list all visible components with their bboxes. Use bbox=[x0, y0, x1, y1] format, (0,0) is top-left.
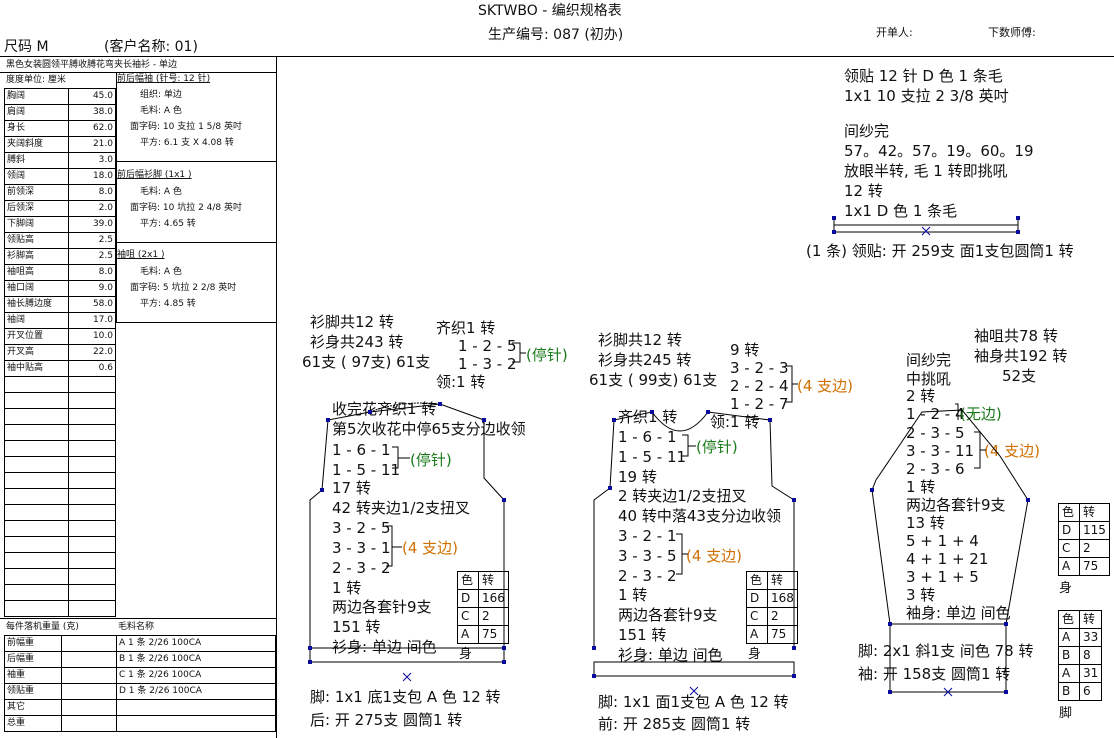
pattern-diagram bbox=[308, 216, 1030, 697]
back-outline bbox=[309, 403, 505, 648]
sleeve-outline bbox=[871, 409, 1029, 625]
corner-markers bbox=[308, 216, 1030, 694]
center-markers bbox=[402, 226, 953, 697]
front-outline bbox=[593, 411, 795, 648]
